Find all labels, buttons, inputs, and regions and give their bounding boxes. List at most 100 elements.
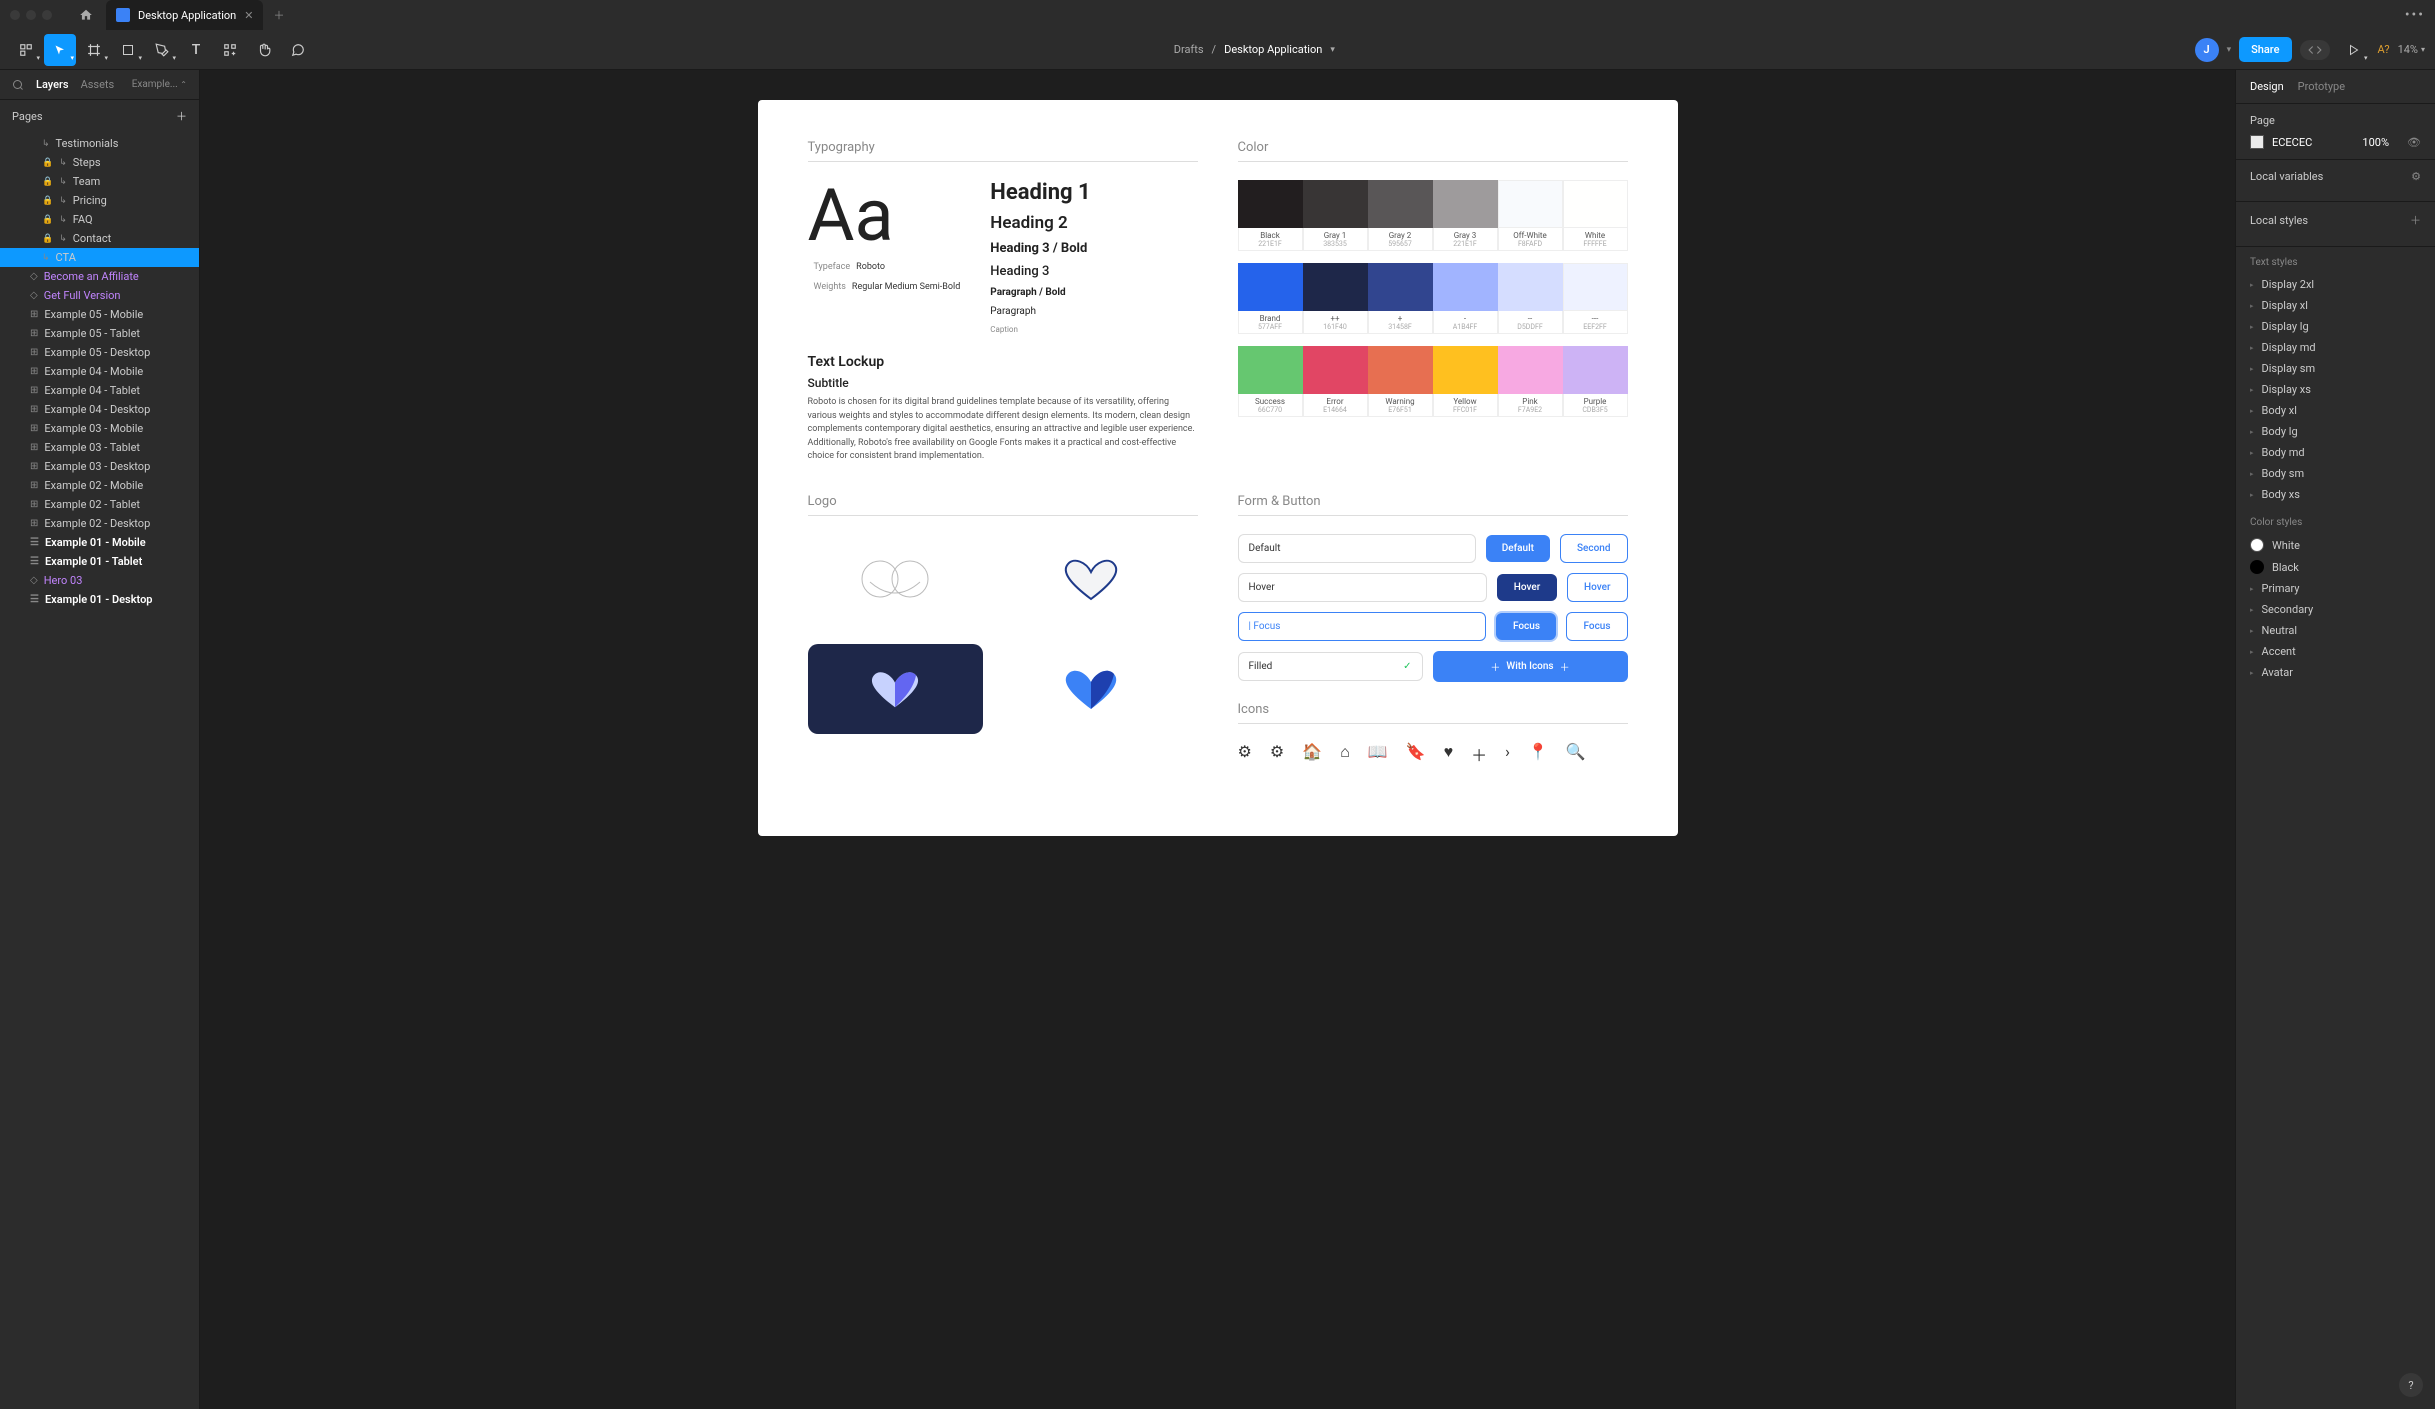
layer-item[interactable]: ⊞Example 05 - Tablet (0, 324, 199, 343)
text-style-item[interactable]: ▸Display sm (2250, 358, 2421, 379)
new-tab-button[interactable]: ＋ (273, 7, 284, 23)
main-menu-button[interactable]: ▾ (10, 34, 42, 66)
layer-item[interactable]: ⊞Example 03 - Mobile (0, 419, 199, 438)
page-dropdown[interactable]: Example... ⌃ (132, 79, 187, 90)
layer-item[interactable]: ◇Get Full Version (0, 286, 199, 305)
text-style-item[interactable]: ▸Display 2xl (2250, 274, 2421, 295)
text-style-item[interactable]: ▸Body xl (2250, 400, 2421, 421)
arrow-icon: ↳ (42, 139, 50, 149)
layer-item[interactable]: ◇Hero 03 (0, 571, 199, 590)
shape-tool[interactable]: ▾ (112, 34, 144, 66)
layer-item[interactable]: ↳CTA (0, 248, 199, 267)
layer-item[interactable]: ☰Example 01 - Mobile (0, 533, 199, 552)
layer-item[interactable]: ↳Testimonials (0, 134, 199, 153)
canvas[interactable]: Typography Aa TypefaceRoboto WeightsRegu… (200, 70, 2235, 1409)
text-style-item[interactable]: ▸Display lg (2250, 316, 2421, 337)
text-tool[interactable]: T (180, 34, 212, 66)
assets-tab[interactable]: Assets (81, 78, 115, 91)
button-secondary[interactable]: Second (1560, 534, 1628, 563)
comment-tool[interactable] (282, 34, 314, 66)
zoom-control[interactable]: 14%▾ (2398, 43, 2425, 56)
layer-item[interactable]: ⊞Example 04 - Desktop (0, 400, 199, 419)
text-style-item[interactable]: ▸Body md (2250, 442, 2421, 463)
chevron-right-icon: ▸ (2250, 627, 2254, 635)
file-tab[interactable]: Desktop Application ✕ (106, 0, 263, 30)
layer-item[interactable]: ⊞Example 05 - Desktop (0, 343, 199, 362)
text-style-item[interactable]: ▸Display xl (2250, 295, 2421, 316)
missing-fonts-badge[interactable]: A? (2378, 43, 2390, 56)
home-button[interactable] (72, 1, 100, 29)
frame-tool[interactable]: ▾ (78, 34, 110, 66)
text-style-item[interactable]: ▸Display md (2250, 337, 2421, 358)
layer-item[interactable]: ⊞Example 03 - Desktop (0, 457, 199, 476)
input-focus[interactable]: | Focus (1238, 612, 1487, 641)
arrow-icon: ↳ (59, 158, 67, 168)
button-secondary-hover[interactable]: Hover (1567, 573, 1627, 602)
layer-item[interactable]: ⊞Example 05 - Mobile (0, 305, 199, 324)
page-color-swatch[interactable] (2250, 135, 2264, 149)
layer-item[interactable]: 🔒↳Pricing (0, 191, 199, 210)
layer-item[interactable]: ☰Example 01 - Desktop (0, 590, 199, 609)
share-button[interactable]: Share (2239, 37, 2291, 62)
color-style-item[interactable]: ▸Accent (2250, 641, 2421, 662)
close-tab-button[interactable]: ✕ (244, 9, 253, 22)
button-with-icons[interactable]: ＋With Icons＋ (1433, 651, 1628, 682)
help-button[interactable]: ? (2399, 1373, 2423, 1397)
resources-tool[interactable] (214, 34, 246, 66)
layer-item[interactable]: 🔒↳Team (0, 172, 199, 191)
layer-item[interactable]: ⊞Example 02 - Tablet (0, 495, 199, 514)
color-style-item[interactable]: Black (2250, 556, 2421, 578)
layers-tab[interactable]: Layers (36, 78, 69, 91)
app-menu-button[interactable]: ••• (2405, 7, 2425, 23)
breadcrumb-file[interactable]: Desktop Application (1224, 43, 1322, 56)
color-swatch: Gray 3221E1F (1433, 180, 1498, 251)
button-primary-focus[interactable]: Focus (1496, 613, 1556, 640)
page-opacity[interactable]: 100% (2362, 136, 2389, 149)
minimize-window[interactable] (26, 10, 36, 20)
design-tab[interactable]: Design (2250, 80, 2284, 93)
layer-item[interactable]: ⊞Example 03 - Tablet (0, 438, 199, 457)
layer-item[interactable]: ⊞Example 04 - Mobile (0, 362, 199, 381)
chevron-down-icon[interactable]: ▾ (1330, 45, 1335, 55)
hand-tool[interactable] (248, 34, 280, 66)
text-style-item[interactable]: ▸Body sm (2250, 463, 2421, 484)
button-primary-default[interactable]: Default (1486, 535, 1550, 562)
visibility-icon[interactable]: 👁 (2407, 136, 2421, 149)
input-hover[interactable]: Hover (1238, 573, 1488, 602)
add-page-button[interactable]: ＋ (176, 108, 187, 124)
text-style-item[interactable]: ▸Body xs (2250, 484, 2421, 505)
user-avatar[interactable]: J (2195, 38, 2219, 62)
prototype-tab[interactable]: Prototype (2298, 80, 2345, 93)
present-button[interactable]: ▾ (2338, 34, 2370, 66)
text-style-item[interactable]: ▸Display xs (2250, 379, 2421, 400)
layer-item[interactable]: ◇Become an Affiliate (0, 267, 199, 286)
color-style-item[interactable]: ▸Secondary (2250, 599, 2421, 620)
pen-tool[interactable]: ▾ (146, 34, 178, 66)
layer-item[interactable]: ⊞Example 04 - Tablet (0, 381, 199, 400)
color-style-item[interactable]: White (2250, 534, 2421, 556)
layer-item[interactable]: 🔒↳FAQ (0, 210, 199, 229)
close-window[interactable] (10, 10, 20, 20)
input-filled[interactable]: Filled✓ (1238, 652, 1423, 681)
move-tool[interactable]: ▾ (44, 34, 76, 66)
maximize-window[interactable] (42, 10, 52, 20)
color-style-item[interactable]: ▸Neutral (2250, 620, 2421, 641)
layer-item[interactable]: ☰Example 01 - Tablet (0, 552, 199, 571)
layer-item[interactable]: ⊞Example 02 - Mobile (0, 476, 199, 495)
layer-item[interactable]: 🔒↳Steps (0, 153, 199, 172)
add-style-button[interactable]: ＋ (2410, 212, 2421, 228)
text-style-item[interactable]: ▸Body lg (2250, 421, 2421, 442)
button-primary-hover[interactable]: Hover (1497, 574, 1557, 601)
breadcrumb-parent[interactable]: Drafts (1174, 43, 1204, 56)
layer-item[interactable]: 🔒↳Contact (0, 229, 199, 248)
search-icon[interactable] (12, 79, 24, 91)
color-style-item[interactable]: ▸Primary (2250, 578, 2421, 599)
variables-settings-icon[interactable]: ⚙ (2411, 170, 2421, 183)
input-default[interactable]: Default (1238, 534, 1476, 563)
dev-mode-toggle[interactable] (2300, 40, 2330, 60)
avatar-chevron[interactable]: ▾ (2227, 45, 2232, 55)
page-color-hex[interactable]: ECECEC (2272, 136, 2312, 149)
color-style-item[interactable]: ▸Avatar (2250, 662, 2421, 683)
layer-item[interactable]: ⊞Example 02 - Desktop (0, 514, 199, 533)
button-secondary-focus[interactable]: Focus (1566, 612, 1627, 641)
